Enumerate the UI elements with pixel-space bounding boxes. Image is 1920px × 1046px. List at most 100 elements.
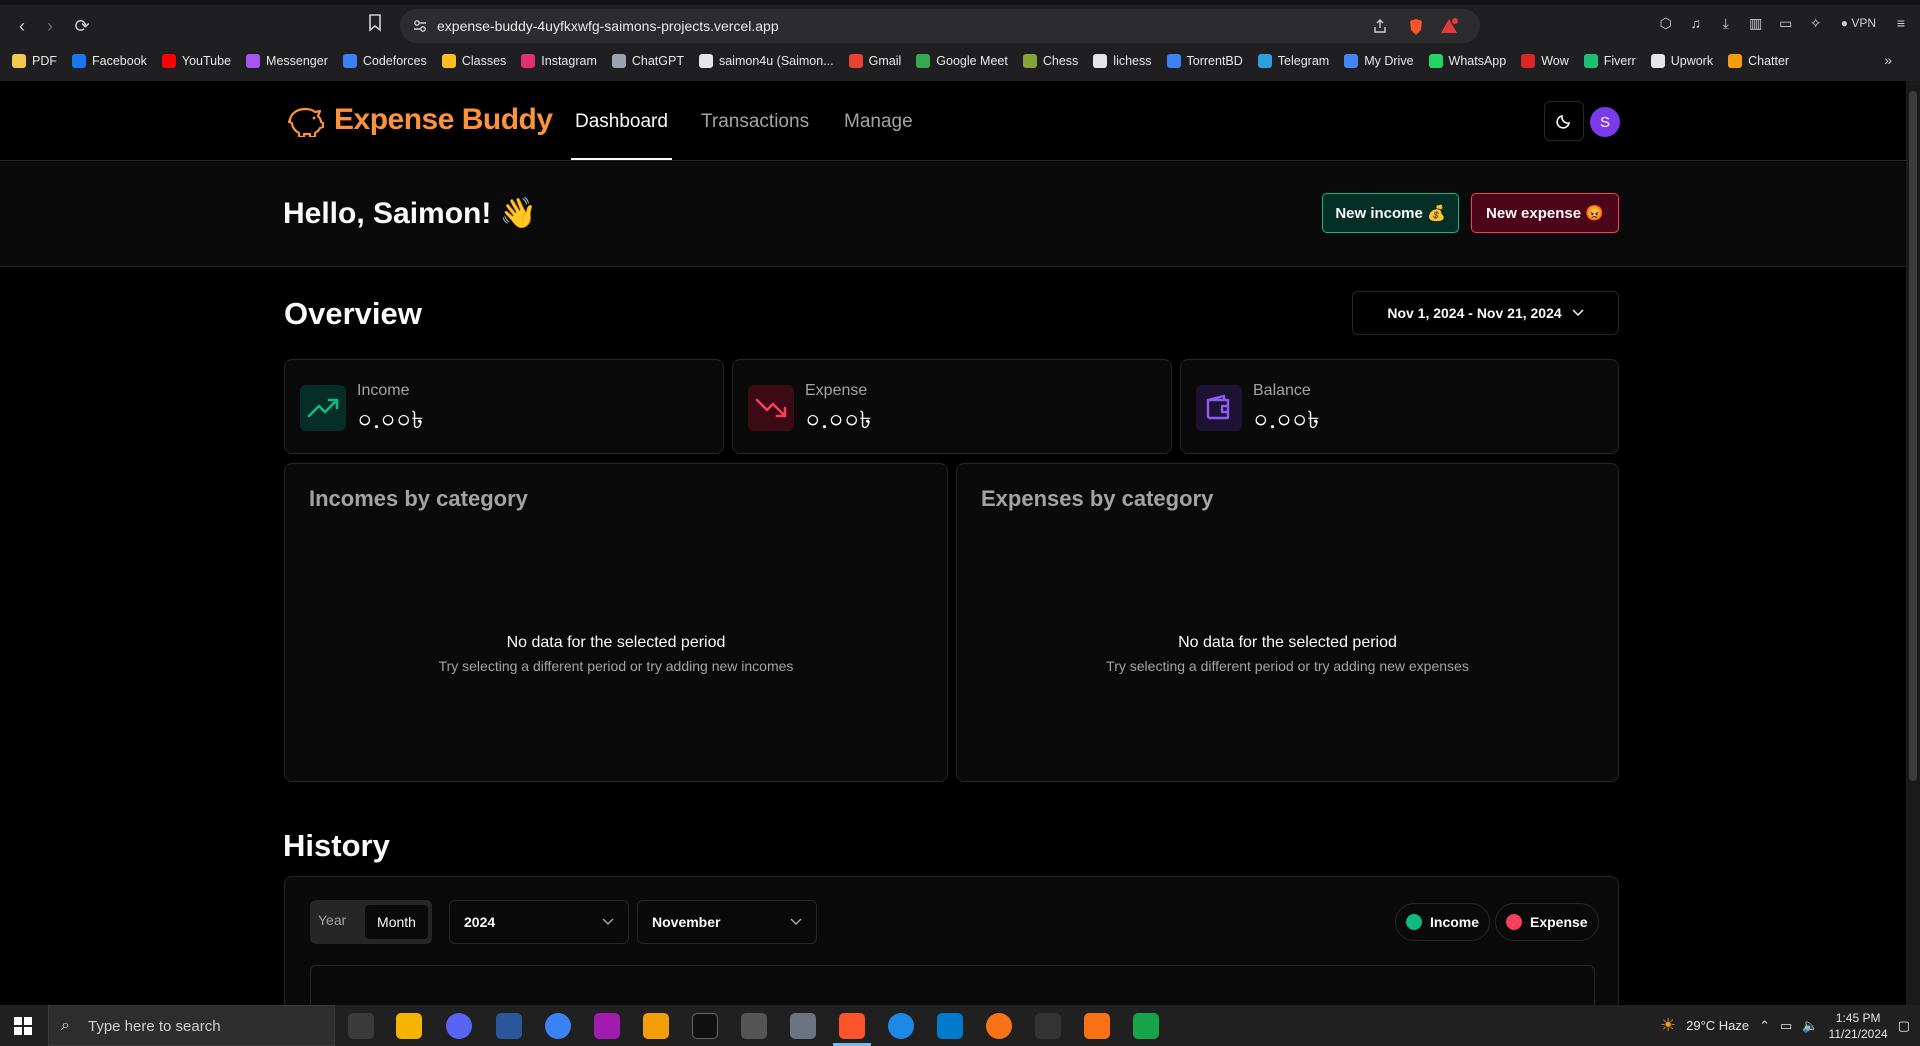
more-bookmarks-icon[interactable]: » xyxy=(1884,52,1892,68)
empty-title: No data for the selected period xyxy=(506,634,726,651)
scrollbar-thumb[interactable] xyxy=(1909,91,1917,781)
word-icon[interactable] xyxy=(496,1013,522,1039)
search-placeholder: Type here to search xyxy=(88,1018,221,1035)
download-icon[interactable]: ⤓ xyxy=(1717,14,1735,32)
moon-icon xyxy=(1556,114,1571,129)
bookmark-item[interactable]: Facebook xyxy=(72,54,147,68)
bookmark-item[interactable]: Instagram xyxy=(521,54,597,68)
legend-income-label: Income xyxy=(1430,914,1480,930)
file-explorer-icon[interactable] xyxy=(396,1013,422,1039)
forward-icon[interactable]: › xyxy=(38,14,62,38)
history-chart-area xyxy=(310,965,1595,1005)
sourcetree-icon[interactable] xyxy=(643,1013,669,1039)
task-view-icon[interactable] xyxy=(348,1013,374,1039)
page-scrollbar[interactable] xyxy=(1906,81,1920,1005)
address-bar[interactable]: expense-buddy-4uyfkxwfg-saimons-projects… xyxy=(400,9,1480,43)
bookmark-item[interactable]: Chatter xyxy=(1728,54,1789,68)
extensions-icon[interactable]: ⬡ xyxy=(1657,14,1675,32)
overview-title: Overview xyxy=(284,296,422,331)
media-icon[interactable]: ♫ xyxy=(1687,14,1705,32)
bookmark-favicon-icon xyxy=(1344,54,1359,68)
tab-month[interactable]: Month xyxy=(365,905,428,939)
bookmark-item[interactable]: Upwork xyxy=(1650,54,1713,68)
new-expense-button[interactable]: New expense 😡 xyxy=(1471,193,1619,233)
income-stat-card: Income ০.০০৳ xyxy=(284,359,724,454)
windows-start-icon[interactable] xyxy=(14,1017,32,1035)
month-select[interactable]: November xyxy=(637,900,817,944)
bookmark-item[interactable]: lichess xyxy=(1093,54,1152,68)
clock[interactable]: 1:45 PM 11/21/2024 xyxy=(1829,1010,1888,1042)
weather-text[interactable]: 29°C Haze xyxy=(1686,1018,1749,1033)
back-icon[interactable]: ‹ xyxy=(10,14,34,38)
vlc-icon[interactable] xyxy=(1084,1013,1110,1039)
qbittorrent-icon[interactable] xyxy=(545,1013,571,1039)
gta-icon[interactable] xyxy=(741,1013,767,1039)
vpn-button[interactable]: ● VPN xyxy=(1837,16,1880,30)
bookmark-favicon-icon xyxy=(161,54,176,68)
clock-time: 1:45 PM xyxy=(1835,1010,1881,1025)
network-icon[interactable]: ▭ xyxy=(1780,1018,1792,1034)
bookmark-item[interactable]: Messenger xyxy=(246,54,328,68)
nav-dashboard[interactable]: Dashboard xyxy=(575,111,668,133)
bookmark-item[interactable]: My Drive xyxy=(1344,54,1414,68)
notification-icon[interactable]: ▢ xyxy=(1898,1018,1910,1034)
leo-ai-icon[interactable]: ✧ xyxy=(1807,14,1825,32)
vscode-icon[interactable] xyxy=(937,1013,963,1039)
empty-subtitle: Try selecting a different period or try … xyxy=(1106,658,1469,674)
tray-chevron-icon[interactable]: ⌃ xyxy=(1759,1018,1770,1034)
taskbar-search[interactable]: ⌕ Type here to search xyxy=(48,1005,335,1046)
bookmark-favicon-icon xyxy=(1728,54,1743,68)
bookmark-item[interactable]: ChatGPT xyxy=(611,54,684,68)
wallet-icon[interactable]: ▭ xyxy=(1777,14,1795,32)
brave-icon[interactable] xyxy=(839,1013,865,1039)
share-icon[interactable] xyxy=(1372,18,1388,34)
bookmark-item[interactable]: PDF xyxy=(12,54,57,68)
terminal-icon[interactable] xyxy=(692,1013,718,1039)
user-avatar[interactable]: S xyxy=(1590,107,1620,137)
date-range-text: Nov 1, 2024 - Nov 21, 2024 xyxy=(1387,305,1562,321)
bookmark-item[interactable]: saimon4u (Saimon... xyxy=(698,54,834,68)
brave-shield-icon[interactable] xyxy=(1408,18,1424,35)
year-select[interactable]: 2024 xyxy=(449,900,629,944)
nav-transactions[interactable]: Transactions xyxy=(701,111,809,133)
theme-toggle-button[interactable] xyxy=(1544,101,1584,141)
new-income-button[interactable]: New income 💰 xyxy=(1322,193,1459,233)
menu-icon[interactable]: ≡ xyxy=(1892,14,1910,32)
bookmark-item[interactable]: Gmail xyxy=(848,54,901,68)
bookmark-item[interactable]: Telegram xyxy=(1257,54,1329,68)
brand-logo[interactable]: Expense Buddy xyxy=(284,103,553,137)
brave-rewards-icon[interactable] xyxy=(1440,18,1458,34)
wallet-icon xyxy=(1196,385,1242,431)
bookmark-label: Classes xyxy=(461,54,507,68)
bookmark-item[interactable]: YouTube xyxy=(161,54,231,68)
chevron-down-icon xyxy=(1572,309,1584,317)
tab-year[interactable]: Year xyxy=(318,912,346,928)
bookmark-item[interactable]: Chess xyxy=(1022,54,1078,68)
weather-icon[interactable]: ☀ xyxy=(1660,1015,1676,1036)
month-select-value: November xyxy=(652,914,721,930)
html5-icon[interactable] xyxy=(1035,1013,1061,1039)
site-info-icon[interactable] xyxy=(412,18,428,34)
app-icon[interactable] xyxy=(790,1013,816,1039)
date-range-picker[interactable]: Nov 1, 2024 - Nov 21, 2024 xyxy=(1352,291,1619,335)
sidebar-icon[interactable]: ▥ xyxy=(1747,14,1765,32)
bookmark-item[interactable]: Wow xyxy=(1521,54,1569,68)
bookmark-item[interactable]: WhatsApp xyxy=(1428,54,1506,68)
bookmark-item[interactable]: TorrentBD xyxy=(1166,54,1243,68)
nav-manage[interactable]: Manage xyxy=(844,111,913,133)
bookmark-favicon-icon xyxy=(521,54,536,68)
camtasia-icon[interactable] xyxy=(1133,1013,1159,1039)
bookmark-item[interactable]: Codeforces xyxy=(342,54,427,68)
windows-taskbar: ⌕ Type here to search ☀ 29°C Haze ⌃ ▭ 🔈 … xyxy=(0,1005,1920,1046)
chrome-app-icon[interactable] xyxy=(888,1013,914,1039)
bookmark-item[interactable]: Google Meet xyxy=(916,54,1008,68)
bookmark-page-icon[interactable] xyxy=(368,14,386,36)
discord-icon[interactable] xyxy=(446,1013,472,1039)
bookmark-item[interactable]: Fiverr xyxy=(1583,54,1636,68)
volume-icon[interactable]: 🔈 xyxy=(1802,1018,1818,1034)
vpn-label: VPN xyxy=(1851,16,1876,30)
intellij-icon[interactable] xyxy=(594,1013,620,1039)
bookmark-item[interactable]: Classes xyxy=(441,54,507,68)
postman-icon[interactable] xyxy=(986,1013,1012,1039)
reload-icon[interactable]: ⟳ xyxy=(70,14,94,38)
